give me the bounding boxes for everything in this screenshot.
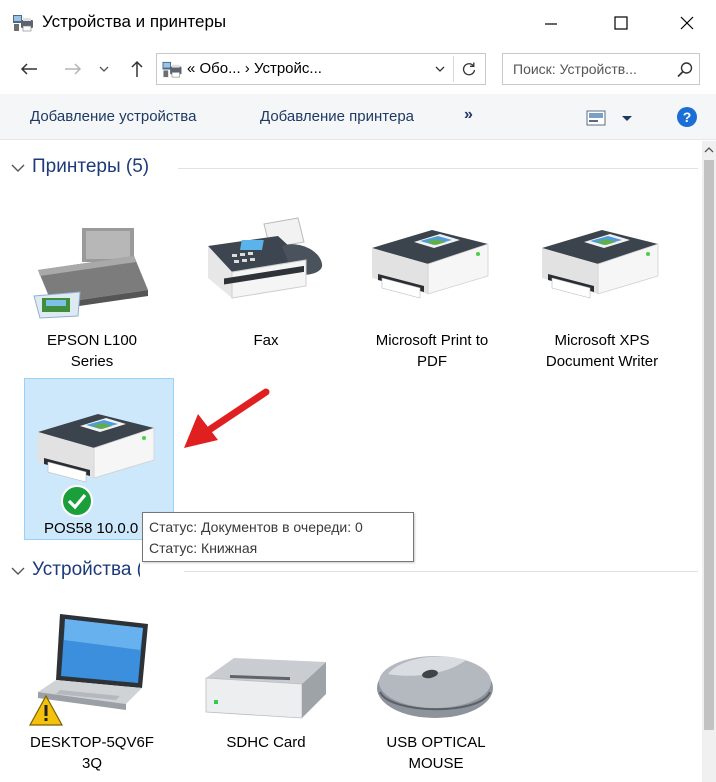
up-button[interactable] — [124, 56, 150, 82]
view-dropdown-icon[interactable] — [618, 110, 636, 126]
item-label: Microsoft XPS — [554, 332, 650, 349]
section-divider — [184, 571, 698, 572]
annotation-arrow-icon — [184, 388, 270, 448]
printer-pos58-icon-wrap — [34, 404, 158, 493]
device-usb-mouse[interactable] — [370, 644, 500, 729]
minimize-button[interactable] — [528, 4, 574, 42]
devices-printers-icon — [13, 15, 33, 32]
maximize-button[interactable] — [598, 4, 644, 42]
tooltip-line: Статус: Книжная — [149, 540, 258, 556]
scrollbar-thumb[interactable] — [704, 160, 714, 730]
chevron-down-icon — [435, 66, 445, 72]
item-label: Microsoft Print to — [375, 332, 489, 349]
back-arrow-icon — [20, 63, 37, 75]
item-label: SDHC Card — [226, 734, 306, 751]
printer-icon — [372, 230, 489, 299]
device-sdhc-label: SDHC Card — [186, 732, 346, 753]
card-reader-icon — [205, 658, 326, 719]
printer-ms-pdf[interactable] — [368, 220, 492, 309]
section-divider — [178, 168, 698, 169]
chevron-down-icon — [99, 66, 109, 72]
search-field[interactable]: Поиск: Устройств... — [502, 53, 700, 85]
item-label: MOUSE — [408, 755, 464, 772]
svg-text:?: ? — [683, 109, 692, 125]
printer-icon — [38, 414, 155, 483]
printer-fax[interactable] — [202, 216, 330, 313]
section-header-devices[interactable]: Устройства (3) — [32, 559, 140, 581]
item-label: USB OPTICAL — [386, 734, 486, 751]
back-button[interactable] — [16, 56, 42, 82]
printer-ms-pdf-label: Microsoft Print to PDF — [352, 330, 512, 372]
fax-icon — [208, 217, 323, 299]
breadcrumb[interactable]: « Обо... › Устройс... — [187, 60, 322, 77]
device-usb-mouse-label: USB OPTICAL MOUSE — [356, 732, 516, 774]
item-label: 3Q — [81, 755, 102, 772]
default-check-icon — [61, 485, 93, 517]
address-dropdown-button[interactable] — [429, 58, 451, 80]
forward-button[interactable] — [60, 56, 86, 82]
item-label: PDF — [417, 353, 447, 370]
recent-locations-button[interactable] — [96, 56, 112, 82]
status-tooltip: Статус: Документов в очереди: 0 Статус: … — [142, 512, 414, 562]
refresh-button[interactable] — [453, 56, 484, 82]
devices-printers-icon — [162, 61, 182, 78]
printer-fax-label: Fax — [186, 330, 346, 351]
printer-ms-xps[interactable] — [538, 220, 662, 309]
minimize-icon — [545, 23, 557, 25]
forward-arrow-icon — [65, 63, 82, 75]
inkjet-printer-icon — [33, 228, 148, 319]
item-label: POS58 10.0.0 — [44, 520, 139, 537]
search-icon — [677, 62, 693, 78]
window-title: Устройства и принтеры — [42, 12, 227, 31]
printer-epson[interactable] — [30, 226, 152, 331]
collapse-chevron-icon[interactable] — [10, 565, 26, 577]
item-label: Document Writer — [545, 353, 659, 370]
close-button[interactable] — [664, 4, 710, 42]
chevron-up-icon — [704, 147, 714, 153]
device-desktop-label: DESKTOP-5QV6F 3Q — [12, 732, 172, 774]
add-device-button[interactable]: Добавление устройства — [30, 108, 196, 125]
address-bar[interactable]: « Обо... › Устройс... — [156, 53, 486, 85]
search-placeholder: Поиск: Устройств... — [513, 61, 637, 77]
item-label: DESKTOP-5QV6F — [30, 734, 154, 751]
up-arrow-icon — [131, 60, 143, 77]
close-icon — [680, 16, 694, 30]
collapse-chevron-icon[interactable] — [10, 162, 26, 174]
change-view-icon[interactable] — [586, 110, 606, 126]
printer-epson-label: EPSON L100 Series — [12, 330, 172, 372]
help-icon[interactable]: ? — [676, 106, 698, 128]
tooltip-line: Статус: Документов в очереди: 0 — [149, 519, 363, 535]
device-sdhc[interactable] — [200, 648, 330, 729]
maximize-icon — [614, 16, 628, 30]
mouse-icon — [377, 656, 493, 718]
section-header-printers[interactable]: Принтеры (5) — [32, 156, 149, 178]
item-label: Fax — [253, 332, 279, 349]
warning-icon — [28, 694, 64, 726]
printer-icon — [542, 230, 659, 299]
item-label: EPSON L100 — [46, 332, 138, 349]
more-commands-button[interactable]: » — [464, 106, 473, 124]
printer-ms-xps-label: Microsoft XPS Document Writer — [522, 330, 682, 372]
item-label: Series — [70, 353, 114, 370]
scroll-up-button[interactable] — [702, 141, 716, 159]
add-printer-button[interactable]: Добавление принтера — [260, 108, 414, 125]
refresh-icon — [462, 62, 476, 76]
